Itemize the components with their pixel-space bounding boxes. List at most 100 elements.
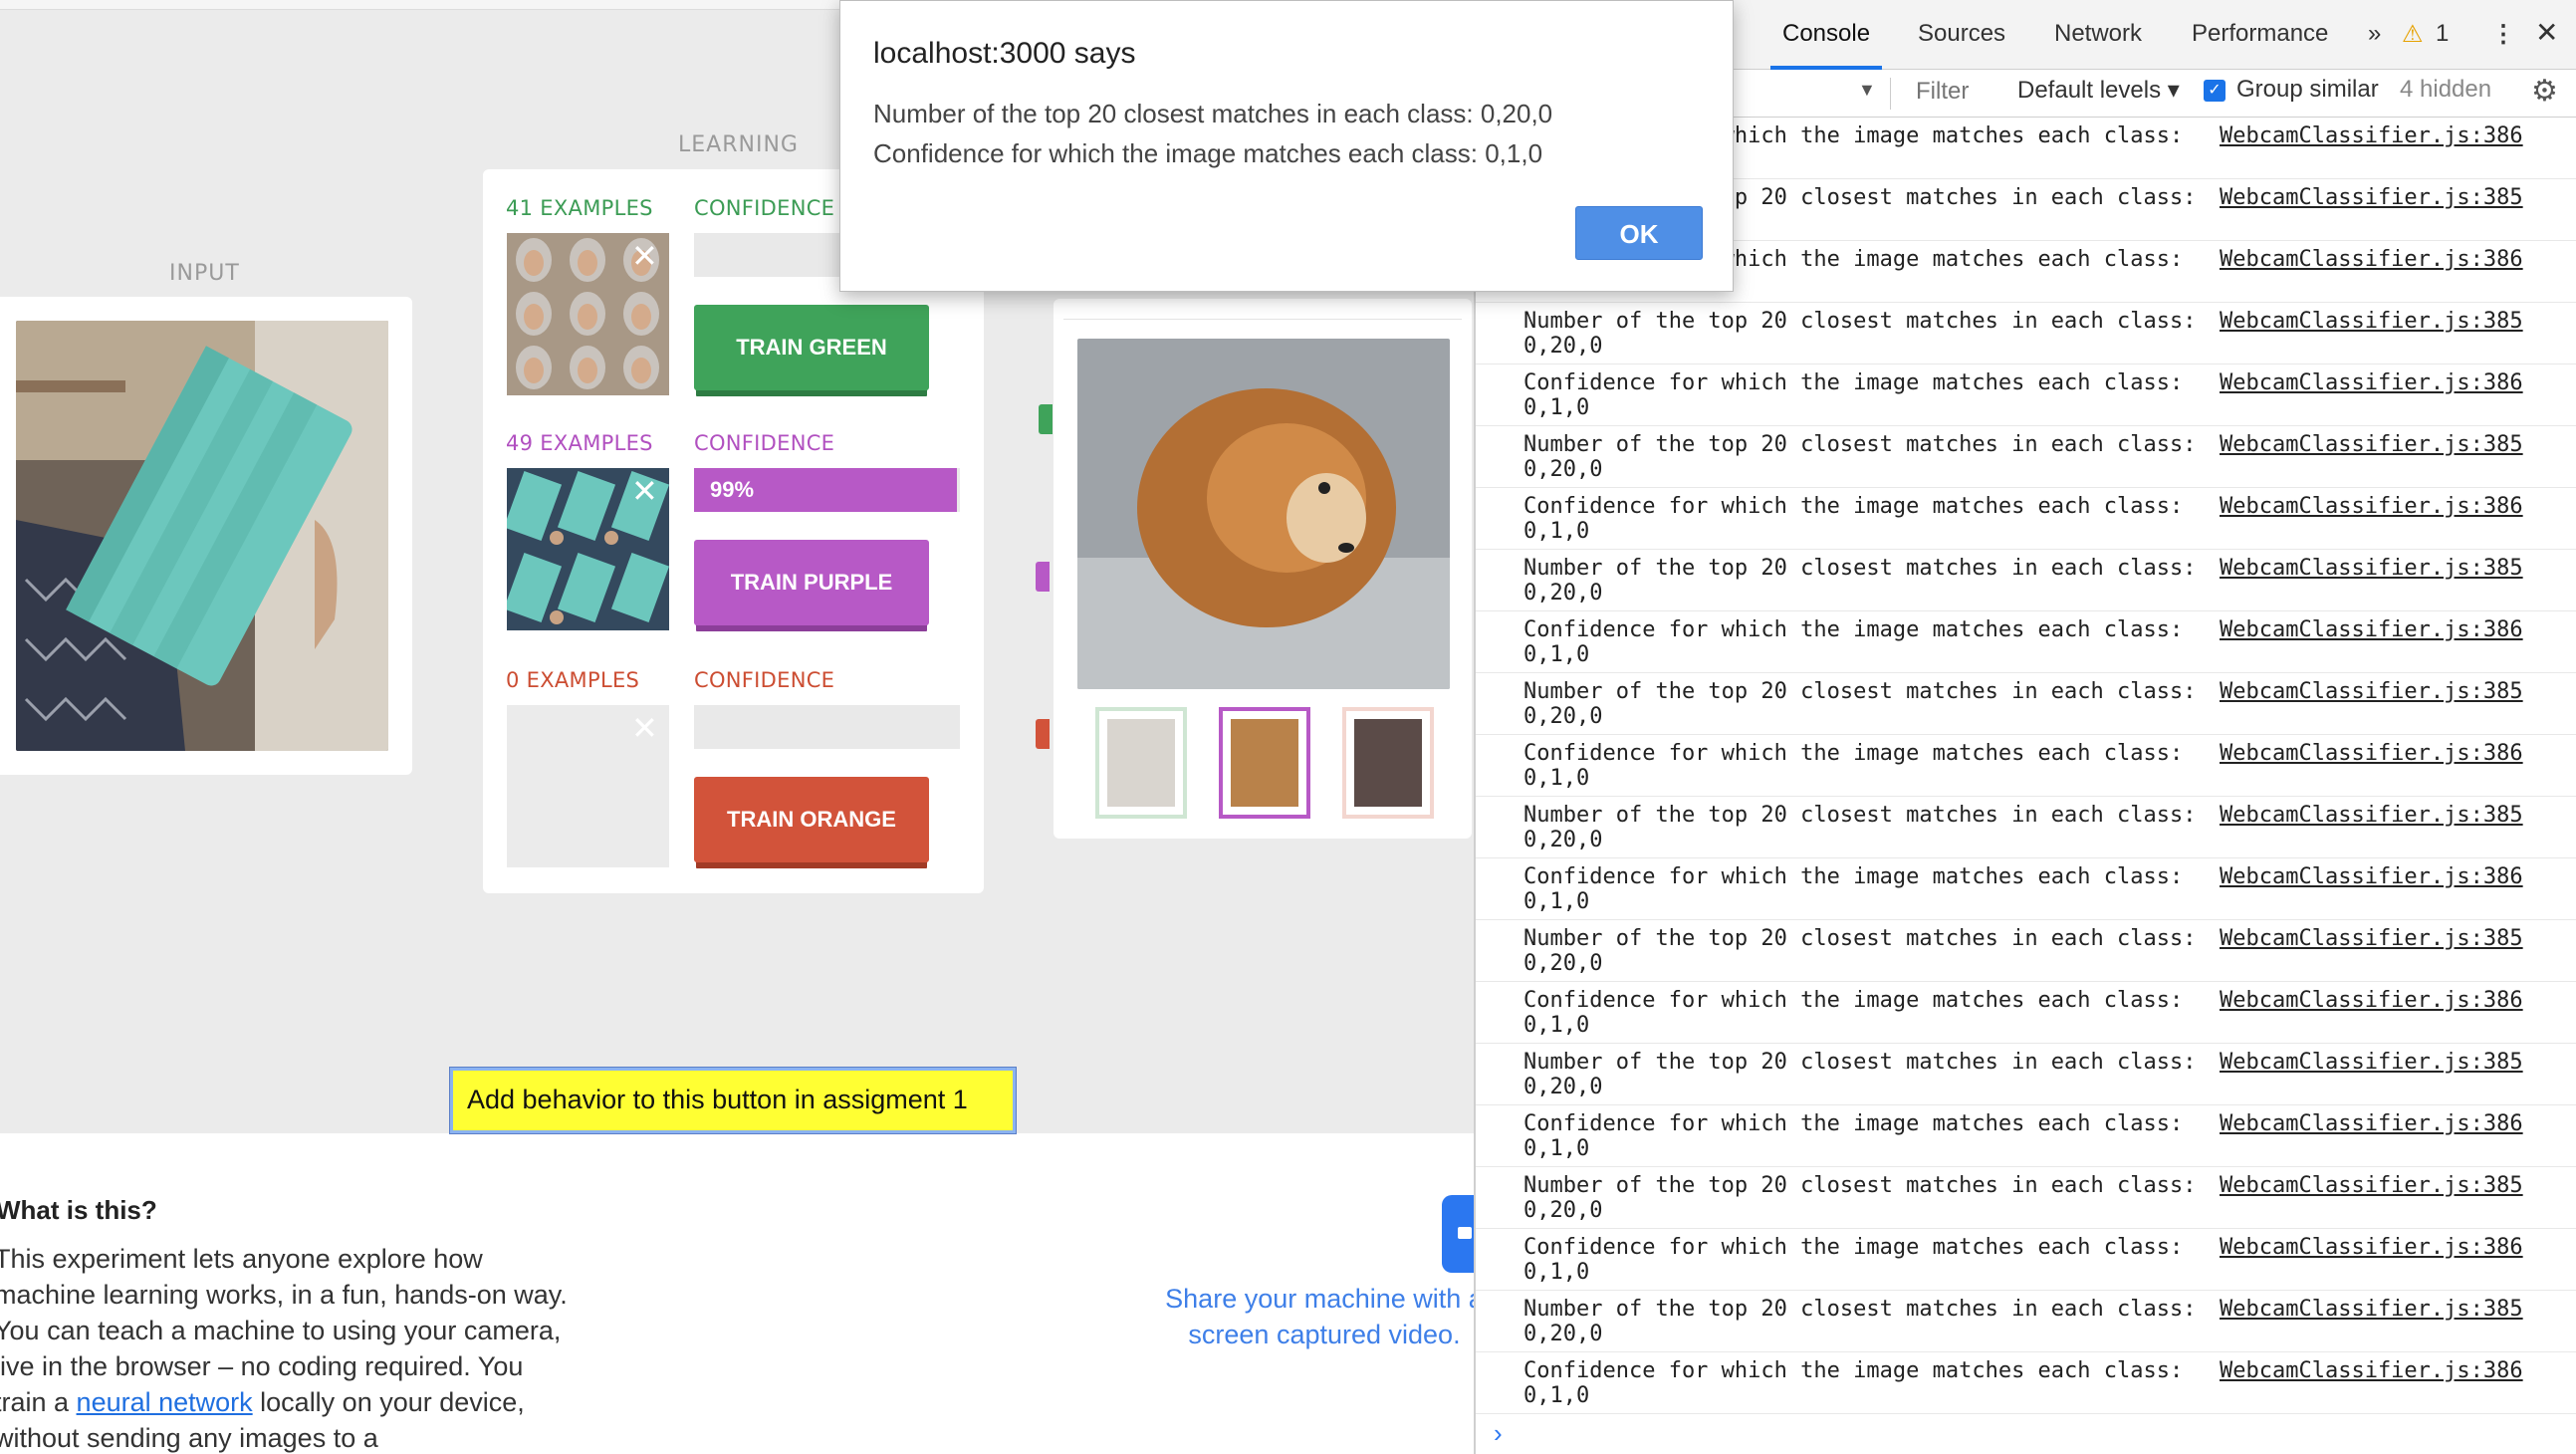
console-row: Number of the top 20 closest matches in …	[1476, 550, 2576, 611]
console-source-link[interactable]: WebcamClassifier.js:385	[2220, 432, 2523, 457]
console-source-link[interactable]: WebcamClassifier.js:385	[2220, 309, 2523, 334]
console-message-value: 0,20,0	[1523, 704, 1603, 729]
console-message: Confidence for which the image matches e…	[1523, 1358, 2184, 1383]
console-source-link[interactable]: WebcamClassifier.js:386	[2220, 988, 2523, 1013]
console-source-link[interactable]: WebcamClassifier.js:385	[2220, 679, 2523, 704]
console-row: Confidence for which the image matches e…	[1476, 735, 2576, 797]
console-source-link[interactable]: WebcamClassifier.js:385	[2220, 1173, 2523, 1198]
console-message-value: 0,20,0	[1523, 1075, 1603, 1099]
train-green-button[interactable]: TRAIN GREEN	[694, 305, 929, 390]
console-source-link[interactable]: WebcamClassifier.js:385	[2220, 556, 2523, 581]
video-camera-icon[interactable]	[1442, 1195, 1474, 1273]
filter-divider	[1890, 78, 1891, 110]
console-message: Confidence for which the image matches e…	[1523, 1111, 2184, 1136]
console-filter-input[interactable]: Filter	[1916, 78, 1969, 106]
alert-message-line-1: Number of the top 20 closest matches in …	[873, 99, 1553, 128]
console-source-link[interactable]: WebcamClassifier.js:386	[2220, 247, 2523, 272]
output-thumb-green[interactable]	[1095, 707, 1187, 819]
hidden-count: 4 hidden	[2400, 76, 2492, 103]
group-similar-checkbox[interactable]: ✓	[2204, 80, 2225, 102]
output-thumb-orange[interactable]	[1342, 707, 1434, 819]
console-message: Number of the top 20 closest matches in …	[1523, 1050, 2197, 1075]
console-source-link[interactable]: WebcamClassifier.js:386	[2220, 1358, 2523, 1383]
train-orange-button[interactable]: TRAIN ORANGE	[694, 777, 929, 862]
console-message-value: 0,20,0	[1523, 581, 1603, 606]
what-is-this-heading: What is this?	[0, 1195, 157, 1225]
console-row: Confidence for which the image matches e…	[1476, 1229, 2576, 1291]
console-source-link[interactable]: WebcamClassifier.js:386	[2220, 494, 2523, 519]
console-source-link[interactable]: WebcamClassifier.js:386	[2220, 1111, 2523, 1136]
console-row: Number of the top 20 closest matches in …	[1476, 1044, 2576, 1105]
console-source-link[interactable]: WebcamClassifier.js:385	[2220, 1050, 2523, 1075]
console-message: Number of the top 20 closest matches in …	[1523, 1297, 2197, 1322]
kebab-menu-icon[interactable]: ⋮	[2491, 20, 2515, 49]
tab-console[interactable]: Console	[1782, 20, 1870, 48]
console-row: Confidence for which the image matches e…	[1476, 1352, 2576, 1414]
console-source-link[interactable]: WebcamClassifier.js:385	[2220, 1297, 2523, 1322]
console-message-value: 0,1,0	[1523, 1013, 1590, 1038]
console-row: Confidence for which the image matches e…	[1476, 488, 2576, 550]
input-section-label: INPUT	[169, 261, 240, 286]
warning-icon[interactable]: ⚠	[2402, 20, 2424, 49]
orange-confidence-label: CONFIDENCE	[694, 668, 835, 692]
console-message: Confidence for which the image matches e…	[1523, 741, 2184, 766]
alert-dialog: localhost:3000 says Number of the top 20…	[839, 0, 1734, 292]
output-thumb-purple[interactable]	[1219, 707, 1310, 819]
purple-confidence-fill: 99%	[694, 468, 958, 512]
more-tabs-button[interactable]: »	[2368, 20, 2381, 48]
console-message-value: 0,20,0	[1523, 457, 1603, 482]
tab-sources[interactable]: Sources	[1918, 20, 2005, 48]
console-source-link[interactable]: WebcamClassifier.js:385	[2220, 926, 2523, 951]
console-row: Confidence for which the image matches e…	[1476, 982, 2576, 1044]
console-source-link[interactable]: WebcamClassifier.js:385	[2220, 185, 2523, 210]
console-settings-gear-icon[interactable]: ⚙	[2531, 74, 2558, 109]
console-source-link[interactable]: WebcamClassifier.js:386	[2220, 1235, 2523, 1260]
console-message-value: 0,20,0	[1523, 951, 1603, 976]
console-row: Confidence for which the image matches e…	[1476, 858, 2576, 920]
share-machine-link[interactable]: Share your machine with a screen capture…	[1165, 1281, 1474, 1352]
default-levels-dropdown[interactable]: Default levels ▾	[2017, 76, 2180, 105]
input-card	[0, 297, 412, 775]
console-message: Confidence for which the image matches e…	[1523, 617, 2184, 642]
clear-orange-examples-icon[interactable]: ✕	[631, 712, 658, 744]
output-card	[1054, 299, 1472, 839]
green-examples-count: 41 EXAMPLES	[506, 196, 653, 220]
clear-green-examples-icon[interactable]: ✕	[631, 240, 658, 272]
tab-performance[interactable]: Performance	[2192, 20, 2328, 48]
tab-network[interactable]: Network	[2054, 20, 2142, 48]
console-message-value: 0,20,0	[1523, 1198, 1603, 1223]
neural-network-link[interactable]: neural network	[77, 1387, 253, 1417]
warning-count[interactable]: 1	[2436, 20, 2449, 48]
console-row: Number of the top 20 closest matches in …	[1476, 426, 2576, 488]
console-message-value: 0,1,0	[1523, 1136, 1590, 1161]
clear-purple-examples-icon[interactable]: ✕	[631, 475, 658, 507]
alert-ok-button[interactable]: OK	[1575, 206, 1703, 260]
console-message-value: 0,1,0	[1523, 1383, 1590, 1408]
console-source-link[interactable]: WebcamClassifier.js:386	[2220, 370, 2523, 395]
orange-examples-thumbnail: ✕	[507, 705, 669, 867]
console-message-value: 0,1,0	[1523, 766, 1590, 791]
assignment-button[interactable]: Add behavior to this button in assigment…	[449, 1067, 1017, 1134]
console-message: Number of the top 20 closest matches in …	[1523, 556, 2197, 581]
console-message: Confidence for which the image matches e…	[1523, 864, 2184, 889]
green-output-indicator	[1039, 404, 1053, 434]
console-message-value: 0,20,0	[1523, 334, 1603, 359]
console-source-link[interactable]: WebcamClassifier.js:386	[2220, 864, 2523, 889]
console-source-link[interactable]: WebcamClassifier.js:386	[2220, 741, 2523, 766]
console-row: Number of the top 20 closest matches in …	[1476, 673, 2576, 735]
console-row: Number of the top 20 closest matches in …	[1476, 797, 2576, 858]
train-purple-button[interactable]: TRAIN PURPLE	[694, 540, 929, 625]
purple-output-indicator	[1036, 562, 1050, 592]
orange-output-indicator	[1036, 719, 1050, 749]
console-source-link[interactable]: WebcamClassifier.js:385	[2220, 803, 2523, 828]
output-divider	[1063, 319, 1462, 320]
console-row: Number of the top 20 closest matches in …	[1476, 303, 2576, 364]
console-source-link[interactable]: WebcamClassifier.js:386	[2220, 617, 2523, 642]
console-prompt[interactable]: ›	[1494, 1418, 1503, 1449]
console-message: Confidence for which the image matches e…	[1523, 988, 2184, 1013]
console-message: Number of the top 20 closest matches in …	[1523, 309, 2197, 334]
close-devtools-icon[interactable]: ✕	[2535, 16, 2558, 49]
console-source-link[interactable]: WebcamClassifier.js:386	[2220, 123, 2523, 148]
console-message: Number of the top 20 closest matches in …	[1523, 432, 2197, 457]
context-dropdown-chevron-icon[interactable]: ▼	[1858, 80, 1876, 101]
